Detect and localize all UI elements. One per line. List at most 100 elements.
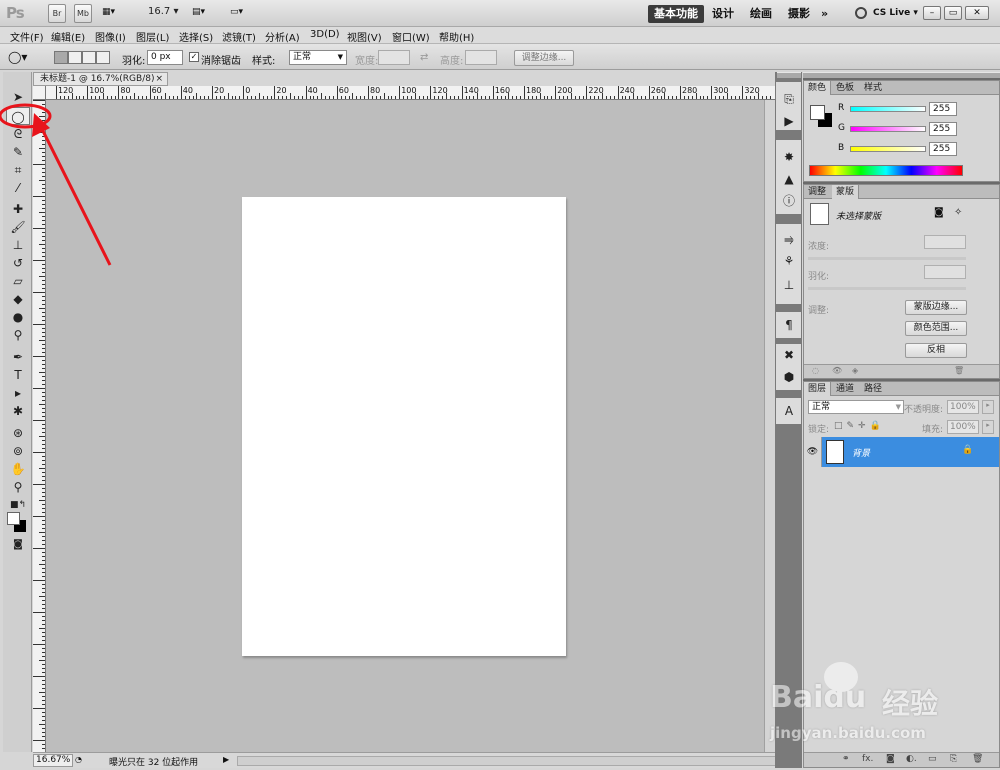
feather-input[interactable]: 0 px xyxy=(147,50,183,65)
menu-help[interactable]: 帮助(H) xyxy=(439,29,474,44)
close-button[interactable]: ✕ xyxy=(965,6,989,20)
invert-button[interactable]: 反相 xyxy=(905,343,967,358)
info-panel-icon[interactable]: ⓘ xyxy=(779,192,799,210)
hand-tool-icon[interactable]: ✋ xyxy=(6,460,30,478)
menu-analysis[interactable]: 分析(A) xyxy=(265,29,300,44)
histogram-panel-icon[interactable]: ▲ xyxy=(779,170,799,188)
refine-edge-button[interactable]: 调整边缘... xyxy=(514,50,574,66)
tab-color[interactable]: 颜色 xyxy=(804,81,832,95)
menu-select[interactable]: 选择(S) xyxy=(179,29,213,44)
add-selection-icon[interactable] xyxy=(68,51,82,64)
tool-preset-picker[interactable]: ◯▾ xyxy=(8,50,42,66)
blur-tool-icon[interactable]: ● xyxy=(6,308,30,326)
fill-input[interactable]: 100% xyxy=(947,420,979,434)
subtract-selection-icon[interactable] xyxy=(82,51,96,64)
color-ramp[interactable] xyxy=(809,165,963,176)
brush-presets-icon[interactable]: ⥤ xyxy=(779,230,799,248)
navigator-panel-icon[interactable]: ✸ xyxy=(779,148,799,166)
b-value[interactable]: 255 xyxy=(929,142,957,156)
bridge-button[interactable]: Br xyxy=(48,4,66,23)
tab-swatches[interactable]: 色板 xyxy=(832,81,858,95)
workspace-design[interactable]: 设计 xyxy=(706,5,740,23)
menu-image[interactable]: 图像(I) xyxy=(95,29,126,44)
r-value[interactable]: 255 xyxy=(929,102,957,116)
mini-bridge-button[interactable]: Mb xyxy=(74,4,92,23)
r-slider[interactable] xyxy=(850,106,926,112)
mask-edge-button[interactable]: 蒙版边缘... xyxy=(905,300,967,315)
dodge-tool-icon[interactable]: ⚲ xyxy=(6,326,30,344)
vector-mask-icon[interactable]: ✧ xyxy=(954,207,962,218)
menu-view[interactable]: 视图(V) xyxy=(347,29,382,44)
vertical-scrollbar[interactable] xyxy=(764,100,775,752)
color-foreground-swatch[interactable] xyxy=(810,105,825,120)
restore-button[interactable]: ▭ xyxy=(944,6,962,20)
layer-visibility-icon[interactable]: 👁 xyxy=(804,437,822,467)
screen-mode-icon[interactable]: ▭▾ xyxy=(230,7,256,20)
menu-file[interactable]: 文件(F) xyxy=(10,29,44,44)
new-selection-icon[interactable] xyxy=(54,51,68,64)
actions-panel-icon[interactable]: ▶ xyxy=(779,112,799,130)
horizontal-scrollbar[interactable] xyxy=(237,756,777,766)
intersect-selection-icon[interactable] xyxy=(96,51,110,64)
workspace-essentials[interactable]: 基本功能 xyxy=(648,5,704,23)
pen-tool-icon[interactable]: ✒ xyxy=(6,348,30,366)
menu-edit[interactable]: 编辑(E) xyxy=(51,29,85,44)
tab-styles[interactable]: 样式 xyxy=(860,81,886,95)
tab-layers[interactable]: 图层 xyxy=(804,382,832,396)
type-tool-icon[interactable]: T xyxy=(6,366,30,384)
tab-adjustments[interactable]: 调整 xyxy=(804,185,830,199)
style-select[interactable]: 正常 ▼ xyxy=(289,50,347,65)
status-menu-arrow-icon[interactable]: ▶ xyxy=(223,755,229,764)
load-selection-icon[interactable]: ◌ xyxy=(812,366,819,375)
paint-bucket-icon[interactable]: ◆ xyxy=(6,290,30,308)
workspace-painting[interactable]: 绘画 xyxy=(744,5,778,23)
clone-source-icon[interactable]: ⚘ xyxy=(779,252,799,270)
status-zoom-field[interactable]: 16.67% xyxy=(33,754,73,767)
dock-grip[interactable] xyxy=(777,72,801,78)
menu-window[interactable]: 窗口(W) xyxy=(392,29,430,44)
character-panel-icon[interactable]: A xyxy=(779,402,799,420)
apply-mask-icon[interactable]: ◈ xyxy=(852,366,858,375)
g-value[interactable]: 255 xyxy=(929,122,957,136)
3d-orbit-icon[interactable]: ⊚ xyxy=(6,442,30,460)
pixel-mask-icon[interactable]: ◙ xyxy=(934,207,944,218)
lock-icons[interactable]: □✎✛🔒 xyxy=(834,421,885,431)
3d-panel-icon[interactable]: ✖ xyxy=(779,346,799,364)
shape-tool-icon[interactable]: ✱ xyxy=(6,402,30,420)
fill-arrow-icon[interactable]: ▸ xyxy=(982,420,994,434)
document-canvas[interactable] xyxy=(242,197,566,656)
workspace-more-button[interactable]: » xyxy=(815,5,834,23)
paragraph-panel-icon[interactable]: ¶ xyxy=(779,316,799,334)
menu-3d[interactable]: 3D(D) xyxy=(310,29,340,40)
arrange-documents-icon[interactable]: ▤▾ xyxy=(192,7,218,20)
menu-layer[interactable]: 图层(L) xyxy=(136,29,169,44)
layer-name[interactable]: 背景 xyxy=(852,446,870,459)
minimize-button[interactable]: – xyxy=(923,6,941,20)
path-selection-icon[interactable]: ▸ xyxy=(6,384,30,402)
tab-masks[interactable]: 蒙版 xyxy=(832,185,860,199)
history-panel-icon[interactable]: ⎘ xyxy=(779,90,799,108)
tab-paths[interactable]: 路径 xyxy=(860,382,886,396)
document-close-icon[interactable]: × xyxy=(155,73,163,85)
quick-mask-icon[interactable]: ◙ xyxy=(6,536,30,554)
zoom-level-select[interactable]: 16.7 ▾ xyxy=(148,6,178,17)
g-slider[interactable] xyxy=(850,126,926,132)
color-range-button[interactable]: 颜色范围... xyxy=(905,321,967,336)
tab-channels[interactable]: 通道 xyxy=(832,382,858,396)
zoom-tool-icon[interactable]: ⚲ xyxy=(6,478,30,496)
panels-grip[interactable] xyxy=(803,72,1000,78)
cs-live-menu[interactable]: CS Live ▾ xyxy=(873,8,918,18)
3d-rotate-icon[interactable]: ⊛ xyxy=(6,424,30,442)
document-tab[interactable]: 未标题-1 @ 16.7%(RGB/8) × xyxy=(33,72,168,86)
b-slider[interactable] xyxy=(850,146,926,152)
workspace-photography[interactable]: 摄影 xyxy=(782,5,816,23)
layer-row-background[interactable]: 👁 背景 🔒 xyxy=(804,437,999,467)
mask-trash-icon[interactable]: 🗑 xyxy=(954,366,964,375)
menu-filter[interactable]: 滤镜(T) xyxy=(222,29,256,44)
view-extras-icon[interactable]: ▦▾ xyxy=(102,7,128,20)
3d-layers-icon[interactable]: ⬢ xyxy=(779,368,799,386)
tool-presets-icon[interactable]: ⊥ xyxy=(779,276,799,294)
opacity-arrow-icon[interactable]: ▸ xyxy=(982,400,994,414)
visibility-icon[interactable]: 👁 xyxy=(832,366,842,375)
opacity-input[interactable]: 100% xyxy=(947,400,979,414)
